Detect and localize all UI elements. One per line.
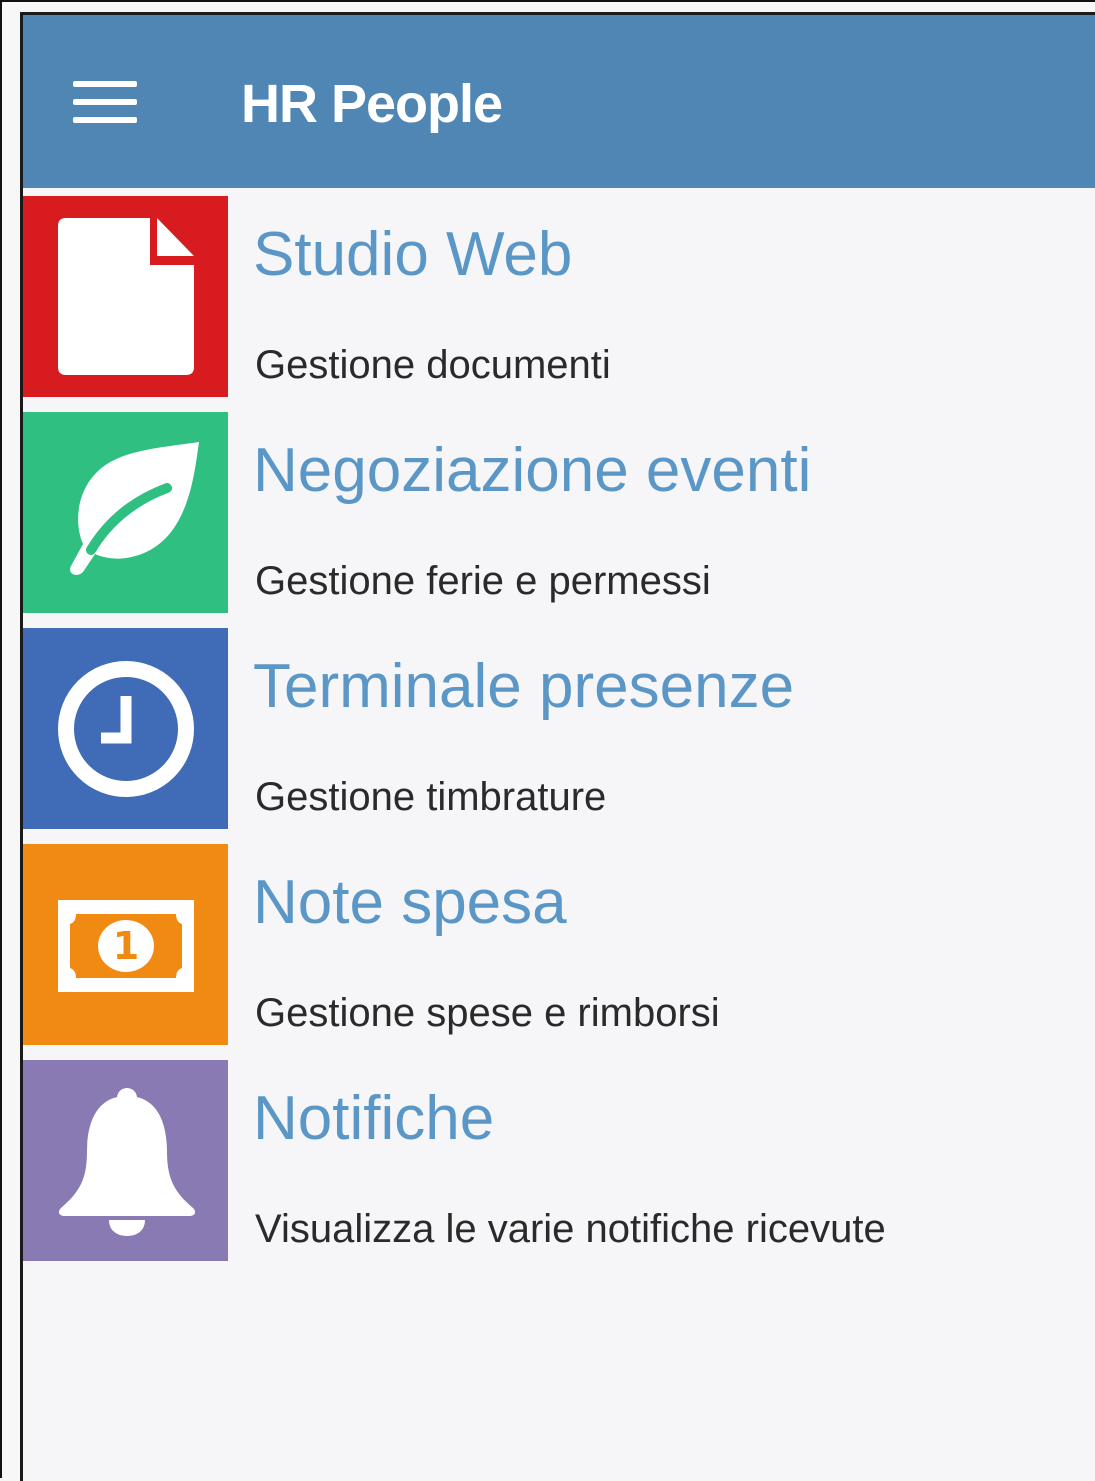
list-item-studio-web[interactable]: Studio Web Gestione documenti [23, 196, 1095, 412]
tile-notifiche [23, 1060, 228, 1261]
bell-icon [58, 1088, 196, 1236]
app-bar: HR People [23, 15, 1095, 188]
list-item-note-spesa[interactable]: 1 Note spesa Gestione spese e rimborsi [23, 844, 1095, 1060]
item-title: Negoziazione eventi [253, 436, 812, 505]
item-title: Terminale presenze [253, 652, 795, 721]
clock-icon [58, 661, 194, 797]
item-title: Notifiche [253, 1084, 495, 1153]
app-title: HR People [241, 74, 503, 134]
item-subtitle: Gestione timbrature [255, 775, 607, 819]
tile-negoziazione-eventi [23, 412, 228, 613]
item-subtitle: Gestione ferie e permessi [255, 559, 711, 603]
item-title: Studio Web [253, 220, 573, 289]
hamburger-menu-icon[interactable] [73, 81, 137, 125]
tile-studio-web [23, 196, 228, 397]
document-icon [58, 218, 194, 375]
tile-terminale-presenze [23, 628, 228, 829]
item-subtitle: Visualizza le varie notifiche ricevute [255, 1207, 886, 1251]
banknote-icon: 1 [58, 900, 194, 992]
tile-note-spesa: 1 [23, 844, 228, 1045]
list-item-notifiche[interactable]: Notifiche Visualizza le varie notifiche … [23, 1060, 1095, 1276]
banknote-digit: 1 [113, 924, 139, 968]
app-window: HR People Studio Web Gestione documenti … [20, 12, 1095, 1481]
list-item-negoziazione-eventi[interactable]: Negoziazione eventi Gestione ferie e per… [23, 412, 1095, 628]
module-list: Studio Web Gestione documenti Negoziazio… [23, 196, 1095, 1276]
item-subtitle: Gestione documenti [255, 343, 611, 387]
list-item-terminale-presenze[interactable]: Terminale presenze Gestione timbrature [23, 628, 1095, 844]
item-subtitle: Gestione spese e rimborsi [255, 991, 720, 1035]
leaf-icon [70, 442, 199, 575]
item-title: Note spesa [253, 868, 567, 937]
